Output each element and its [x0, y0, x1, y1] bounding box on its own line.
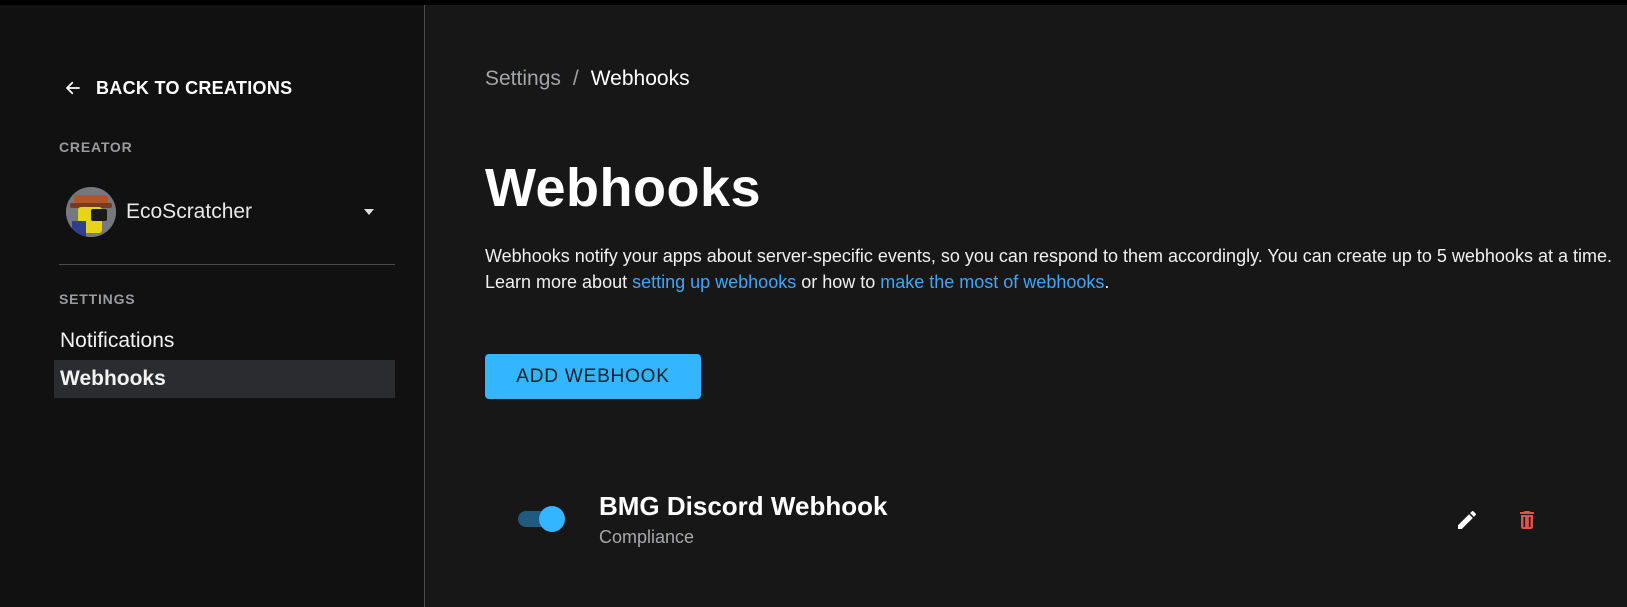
webhook-type: Compliance: [599, 527, 695, 547]
sidebar-item-label: Webhooks: [60, 367, 166, 390]
creator-selector[interactable]: EcoScratcher: [66, 186, 386, 238]
breadcrumb-separator: /: [572, 67, 579, 90]
pencil-icon[interactable]: [1450, 503, 1484, 537]
sidebar-item-label: Notifications: [60, 329, 175, 352]
arrow-left-icon: [66, 81, 80, 95]
avatar: [66, 187, 116, 237]
trash-icon[interactable]: [1510, 503, 1544, 537]
page-description: Webhooks notify your apps about server-s…: [485, 243, 1620, 295]
back-link-label: BACK TO CREATIONS: [96, 77, 293, 98]
main-content: Settings / Webhooks Webhooks Webhooks no…: [426, 5, 1627, 607]
sidebar-item-notifications[interactable]: Notifications: [54, 322, 395, 360]
settings-section-label: SETTINGS: [59, 291, 136, 307]
chevron-down-icon[interactable]: [364, 209, 374, 215]
page-title: Webhooks: [485, 158, 762, 218]
breadcrumb-settings-link[interactable]: Settings: [485, 67, 561, 91]
toggle-thumb: [539, 506, 565, 532]
sidebar-item-webhooks[interactable]: Webhooks: [54, 360, 395, 398]
breadcrumb: Settings / Webhooks: [485, 67, 690, 91]
setting-up-webhooks-link[interactable]: setting up webhooks: [632, 272, 796, 292]
make-the-most-of-webhooks-link[interactable]: make the most of webhooks: [880, 272, 1104, 292]
webhook-enabled-toggle[interactable]: [518, 505, 566, 533]
add-webhook-button[interactable]: ADD WEBHOOK: [485, 354, 701, 399]
description-text: or how to: [796, 272, 881, 292]
webhook-name: BMG Discord Webhook: [599, 491, 888, 521]
sidebar-divider: [59, 264, 395, 265]
sidebar: BACK TO CREATIONS CREATOR EcoScratcher S…: [0, 5, 425, 607]
creator-name: EcoScratcher: [126, 200, 253, 223]
back-to-creations-link[interactable]: BACK TO CREATIONS: [64, 73, 292, 103]
breadcrumb-current: Webhooks: [590, 67, 690, 90]
creator-section-label: CREATOR: [59, 139, 133, 155]
description-text: .: [1104, 272, 1110, 292]
webhook-list-item: BMG Discord Webhook Compliance: [485, 485, 1595, 555]
